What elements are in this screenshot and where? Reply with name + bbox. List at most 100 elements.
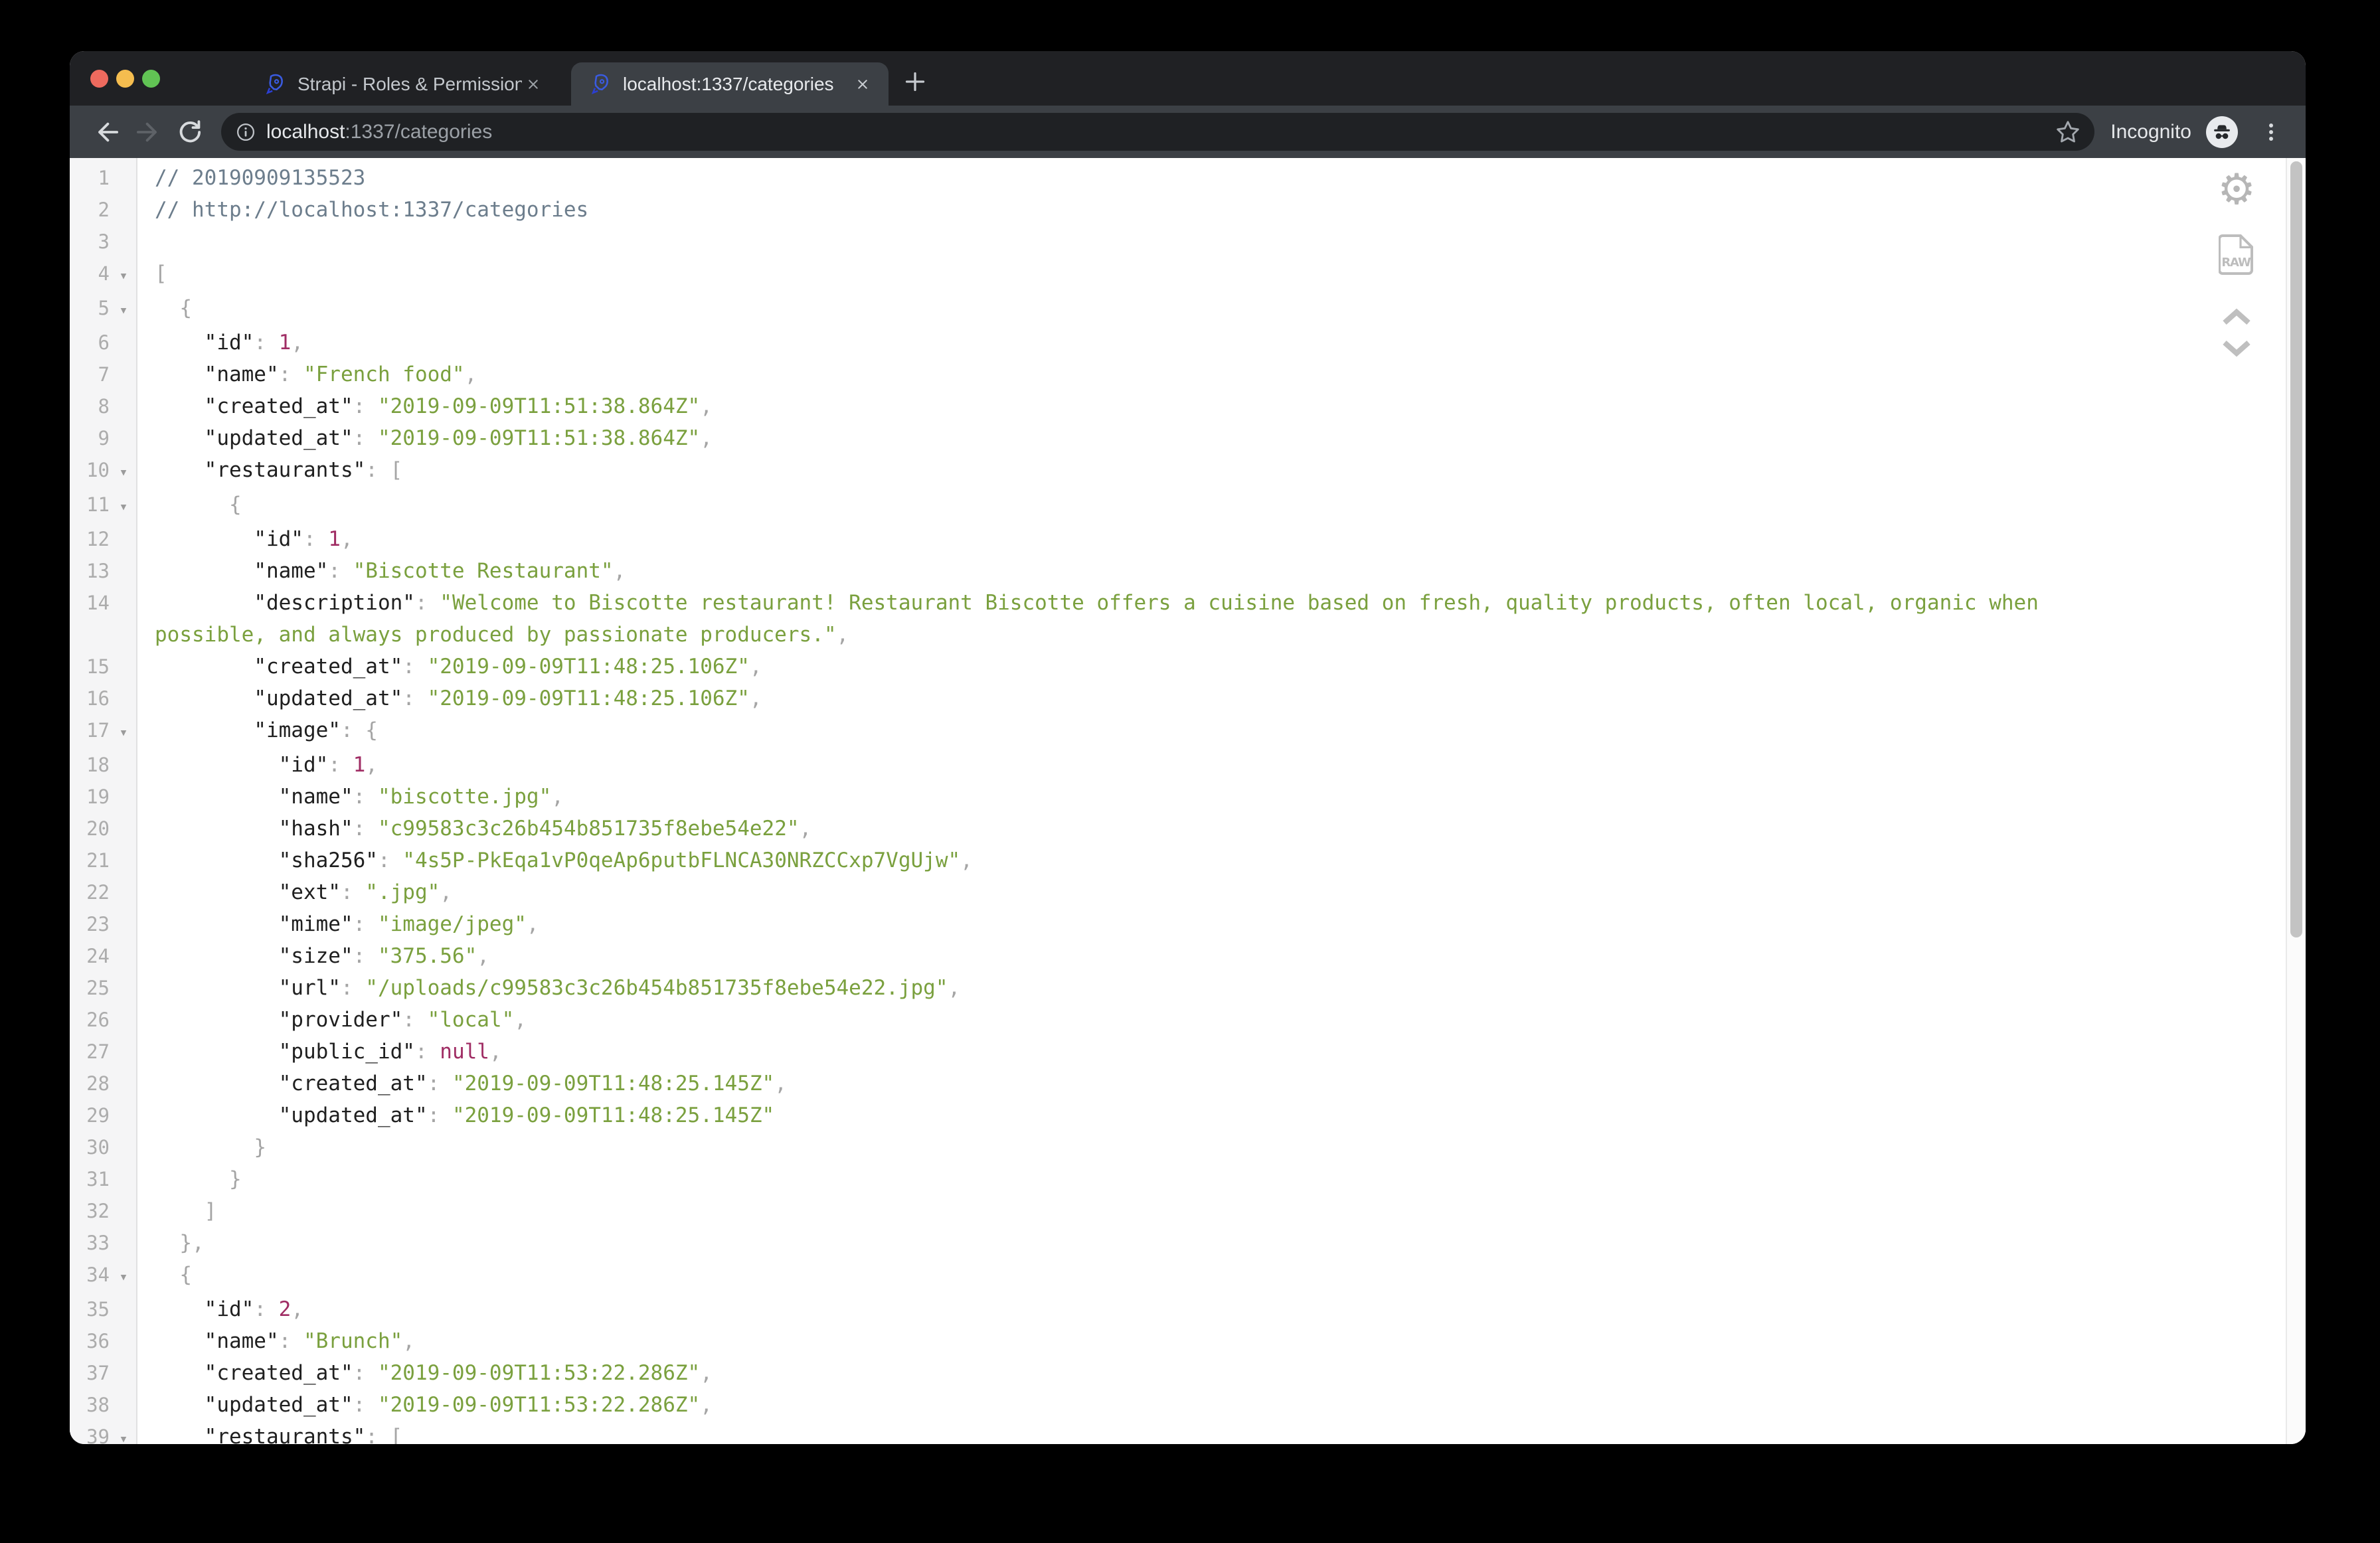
line-number: 7	[70, 359, 110, 390]
line-number: 17	[70, 714, 110, 746]
site-info-icon[interactable]	[236, 122, 256, 142]
code-line: 15 "created_at": "2019-09-09T11:48:25.10…	[70, 651, 2286, 683]
line-number: 24	[70, 940, 110, 972]
back-button[interactable]	[90, 115, 124, 149]
zoom-window-button[interactable]	[142, 70, 160, 88]
tab-close-icon[interactable]	[851, 73, 874, 96]
code-text: "updated_at": "2019-09-09T11:48:25.145Z"	[139, 1099, 774, 1131]
code-text: "created_at": "2019-09-09T11:48:25.145Z"…	[139, 1068, 787, 1099]
new-tab-button[interactable]	[899, 66, 931, 98]
browser-window: Strapi - Roles & Permissions localhost:1…	[70, 51, 2306, 1444]
code-line: 12 "id": 1,	[70, 523, 2286, 555]
code-line: 25 "url": "/uploads/c99583c3c26b454b8517…	[70, 972, 2286, 1004]
code-line: 24 "size": "375.56",	[70, 940, 2286, 972]
tab-strapi-admin[interactable]: Strapi - Roles & Permissions	[246, 62, 559, 106]
code-line: 27 "public_id": null,	[70, 1036, 2286, 1068]
code-text: "name": "French food",	[139, 359, 477, 390]
reload-button[interactable]	[172, 115, 207, 149]
fold-toggle-icon[interactable]: ▾	[110, 457, 137, 489]
code-text: }	[139, 1131, 266, 1163]
browser-menu-button[interactable]	[2254, 115, 2288, 149]
line-number: 37	[70, 1357, 110, 1389]
fold-toggle-icon[interactable]: ▾	[110, 260, 137, 292]
code-line: 16 "updated_at": "2019-09-09T11:48:25.10…	[70, 683, 2286, 714]
code-text: "id": 1,	[139, 523, 353, 555]
url-text: localhost:1337/categories	[266, 121, 492, 143]
code-line: 20 "hash": "c99583c3c26b454b851735f8ebe5…	[70, 813, 2286, 845]
fold-toggle-icon[interactable]: ▾	[110, 1261, 137, 1293]
line-number: 8	[70, 390, 110, 422]
code-line: 11▾ {	[70, 489, 2286, 523]
viewer-controls: ⚙ RAW	[2215, 169, 2258, 359]
tab-title: localhost:1337/categories	[623, 74, 851, 95]
code-text: {	[139, 489, 242, 521]
minimize-window-button[interactable]	[116, 70, 134, 88]
code-text: [	[139, 258, 167, 289]
scrollbar-track[interactable]	[2286, 158, 2306, 1444]
code-text: "created_at": "2019-09-09T11:53:22.286Z"…	[139, 1357, 713, 1389]
code-line: 38 "updated_at": "2019-09-09T11:53:22.28…	[70, 1389, 2286, 1421]
code-text: "id": 1,	[139, 327, 303, 359]
line-number: 3	[70, 226, 110, 258]
json-viewer: 1// 201909091355232// http://localhost:1…	[70, 158, 2306, 1444]
code-text: "public_id": null,	[139, 1036, 502, 1068]
code-text: "description": "Welcome to Biscotte rest…	[139, 587, 2104, 651]
fold-toggle-icon[interactable]: ▾	[110, 295, 137, 327]
code-line: 18 "id": 1,	[70, 749, 2286, 781]
line-number: 9	[70, 422, 110, 454]
line-number: 31	[70, 1163, 110, 1195]
code-line: 29 "updated_at": "2019-09-09T11:48:25.14…	[70, 1099, 2286, 1131]
line-number: 36	[70, 1325, 110, 1357]
fold-toggle-icon[interactable]: ▾	[110, 717, 137, 749]
settings-gear-icon[interactable]: ⚙	[2217, 169, 2255, 211]
code-line: 28 "created_at": "2019-09-09T11:48:25.14…	[70, 1068, 2286, 1099]
code-line: 14 "description": "Welcome to Biscotte r…	[70, 587, 2286, 651]
tab-categories[interactable]: localhost:1337/categories	[571, 62, 889, 106]
code-line: 13 "name": "Biscotte Restaurant",	[70, 555, 2286, 587]
code-text: "name": "biscotte.jpg",	[139, 781, 564, 813]
code-text: "id": 2,	[139, 1293, 303, 1325]
fold-toggle-icon[interactable]: ▾	[110, 1423, 137, 1444]
code-text: "url": "/uploads/c99583c3c26b454b851735f…	[139, 972, 960, 1004]
address-bar[interactable]: localhost:1337/categories	[221, 113, 2094, 151]
line-number: 38	[70, 1389, 110, 1421]
line-number: 4	[70, 258, 110, 289]
forward-button[interactable]	[131, 115, 165, 149]
close-window-button[interactable]	[90, 70, 108, 88]
line-number: 12	[70, 523, 110, 555]
scrollbar-thumb[interactable]	[2290, 161, 2302, 937]
code-text: // 20190909135523	[139, 162, 365, 194]
url-path: :1337/categories	[345, 121, 492, 143]
line-number: 10	[70, 454, 110, 486]
line-number: 27	[70, 1036, 110, 1068]
code-text: "mime": "image/jpeg",	[139, 908, 539, 940]
code-line: 6 "id": 1,	[70, 327, 2286, 359]
code-line: 33 },	[70, 1227, 2286, 1259]
browser-toolbar: localhost:1337/categories Incognito	[70, 106, 2306, 158]
code-text: "restaurants": [	[139, 454, 402, 486]
collapse-all-icon[interactable]	[2219, 306, 2254, 327]
line-number: 11	[70, 489, 110, 521]
line-number: 22	[70, 876, 110, 908]
code-text: "size": "375.56",	[139, 940, 489, 972]
line-number: 34	[70, 1259, 110, 1291]
code-text: "image": {	[139, 714, 378, 746]
code-line: 26 "provider": "local",	[70, 1004, 2286, 1036]
code-line: 19 "name": "biscotte.jpg",	[70, 781, 2286, 813]
line-number: 6	[70, 327, 110, 359]
code-line: 32 ]	[70, 1195, 2286, 1227]
code-line: 9 "updated_at": "2019-09-09T11:51:38.864…	[70, 422, 2286, 454]
view-raw-icon[interactable]: RAW	[2219, 234, 2254, 280]
code-text: "updated_at": "2019-09-09T11:53:22.286Z"…	[139, 1389, 713, 1421]
line-number: 21	[70, 845, 110, 876]
fold-toggle-icon[interactable]: ▾	[110, 491, 137, 523]
expand-all-icon[interactable]	[2219, 338, 2254, 359]
bookmark-star-icon[interactable]	[2055, 119, 2081, 145]
code-line: 34▾ {	[70, 1259, 2286, 1293]
line-number: 20	[70, 813, 110, 845]
code-line: 8 "created_at": "2019-09-09T11:51:38.864…	[70, 390, 2286, 422]
tab-close-icon[interactable]	[522, 73, 545, 96]
line-number: 19	[70, 781, 110, 813]
incognito-avatar-icon[interactable]	[2206, 116, 2238, 148]
tab-strip: Strapi - Roles & Permissions localhost:1…	[70, 51, 2306, 106]
